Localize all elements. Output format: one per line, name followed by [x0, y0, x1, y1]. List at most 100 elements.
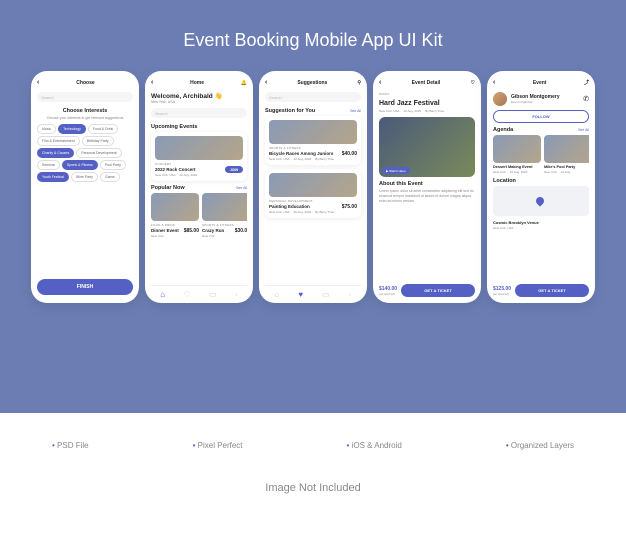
card-image — [269, 173, 357, 197]
suggestion-card[interactable]: SPORTS & FITNESS Bicycle Races Among Jun… — [265, 116, 361, 165]
card-image — [493, 135, 541, 163]
bottom-nav: ⌂ ♡ ▭ ◦ — [151, 285, 247, 299]
section-title: Suggestion for You — [265, 108, 315, 114]
popular-title: Popular Now — [151, 185, 185, 191]
nav-profile-icon[interactable]: ◦ — [235, 290, 238, 299]
favorite-icon[interactable]: ♡ — [471, 80, 475, 86]
nav-ticket-icon[interactable]: ▭ — [322, 290, 330, 299]
interest-chip[interactable]: Film & Entertainment — [37, 136, 80, 146]
interest-chip[interactable]: Seminar — [37, 160, 60, 170]
image-note: Image Not Included — [0, 458, 626, 544]
screen-choose: ‹ Choose Search Choose Interests Choose … — [31, 71, 139, 303]
price-sub: per spot left — [493, 292, 511, 296]
finish-button[interactable]: FINISH — [37, 279, 133, 295]
price: $140.00 — [379, 286, 397, 292]
interest-chip[interactable]: Birthday Party — [82, 136, 114, 146]
search-input[interactable]: Search — [37, 92, 133, 102]
nav-profile-icon[interactable]: ◦ — [349, 290, 352, 299]
join-button[interactable]: JOIN — [225, 166, 243, 173]
search-input[interactable]: Search — [265, 92, 361, 102]
interest-chip[interactable]: Personal Development — [76, 148, 121, 158]
feature-item: Organized Layers — [506, 441, 574, 450]
meta-location: New York — [202, 234, 215, 238]
map-pin-icon — [535, 195, 546, 206]
see-all-link[interactable]: See All — [578, 128, 589, 132]
promo-footer: PSD FilePixel PerfectiOS & AndroidOrgani… — [0, 413, 626, 544]
get-ticket-button[interactable]: GET A TICKET — [515, 284, 589, 297]
meta-time: By Barry Time — [315, 157, 334, 161]
card-title: Bicycle Races Among Juniors — [269, 151, 333, 156]
back-icon[interactable]: ‹ — [265, 79, 267, 86]
price: $125.00 — [493, 286, 511, 292]
interest-chip[interactable]: Food & Drink — [88, 124, 118, 134]
card-title: Crazy Run — [202, 228, 224, 233]
nav-favorite-icon[interactable]: ♡ — [183, 290, 190, 299]
interest-chip[interactable]: Technology — [58, 124, 86, 134]
card-title: Dessert Making Event — [493, 165, 541, 169]
see-all-link[interactable]: See All — [350, 109, 361, 113]
see-all-link[interactable]: See All — [236, 186, 247, 190]
watch-video-button[interactable]: ▶ Watch video — [382, 167, 410, 174]
phones-row: ‹ Choose Search Choose Interests Choose … — [0, 71, 626, 303]
screen-home: ‹ Home 🔔 Welcome, Archibald 👋 New York, … — [145, 71, 253, 303]
interest-chip[interactable]: Pool Party — [100, 160, 126, 170]
meta-date: 12 Aug, 2022 — [510, 170, 528, 174]
card-title: Dinner Event — [151, 228, 179, 233]
feature-item: iOS & Android — [347, 441, 402, 450]
venue-address: New York, USA — [493, 226, 514, 230]
play-icon: ▶ — [386, 169, 388, 173]
welcome-text: Welcome, Archibald 👋 — [151, 92, 247, 100]
interest-chip[interactable]: Game — [100, 172, 120, 182]
agenda-card[interactable]: Dessert Making Event New York12 Aug, 202… — [493, 135, 541, 174]
nav-ticket-icon[interactable]: ▭ — [209, 290, 217, 299]
suggestion-card[interactable]: PERSONAL DEVELOPMENT Painting Education$… — [265, 169, 361, 218]
popular-card[interactable]: FOOD & DRINK Dinner Event$85.00 New York — [151, 193, 199, 238]
notification-icon[interactable]: 🔔 — [241, 80, 247, 86]
meta-date: 14 Aug — [561, 170, 570, 174]
header-title: Event Detail — [412, 80, 441, 86]
interest-chip[interactable]: Sports & Fitness — [62, 160, 98, 170]
screen-event-detail: ‹ Event Detail ♡ MUSIC Hard Jazz Festiva… — [373, 71, 481, 303]
popular-card[interactable]: SPORTS & FITNESS Crazy Run$30.00 New Yor… — [202, 193, 247, 238]
get-ticket-button[interactable]: GET A TICKET — [401, 284, 475, 297]
meta-location: New York — [151, 234, 164, 238]
card-image — [202, 193, 247, 221]
meta-time: By Barry Time — [315, 210, 334, 214]
interest-chip[interactable]: Music — [37, 124, 56, 134]
header-title: Event — [533, 80, 547, 86]
share-icon[interactable]: ⤴ — [584, 79, 589, 86]
card-title: Painting Education — [269, 204, 310, 209]
back-icon[interactable]: ‹ — [151, 79, 153, 86]
call-icon[interactable]: ✆ — [583, 95, 589, 103]
interest-chip[interactable]: Wine Party — [71, 172, 98, 182]
nav-home-icon[interactable]: ⌂ — [275, 290, 280, 299]
meta-date: 12 Aug, 2022 — [294, 157, 312, 161]
search-input[interactable]: Search — [151, 108, 247, 118]
interest-chip[interactable]: Youth Festival — [37, 172, 69, 182]
back-icon[interactable]: ‹ — [493, 79, 495, 86]
header-title: Choose — [76, 80, 94, 86]
agenda-title: Agenda — [493, 127, 513, 133]
upcoming-card[interactable]: CONCERT 2022 Rock Concert JOIN New York,… — [151, 132, 247, 181]
event-title: Hard Jazz Festival — [379, 100, 475, 107]
search-icon[interactable]: ⚲ — [357, 80, 361, 86]
agenda-card[interactable]: Mike's Pool Party New York14 Aug — [544, 135, 589, 174]
nav-home-icon[interactable]: ⌂ — [160, 290, 165, 299]
feature-item: Pixel Perfect — [193, 441, 243, 450]
back-icon[interactable]: ‹ — [37, 79, 39, 86]
card-price: $75.00 — [342, 204, 357, 210]
about-title: About this Event — [379, 181, 475, 187]
meta-location: New York, USA — [379, 109, 400, 113]
follow-button[interactable]: FOLLOW — [493, 110, 589, 123]
meta-date: 12 Aug, 2022 — [404, 109, 422, 113]
interest-chips: MusicTechnologyFood & Drink Film & Entert… — [37, 124, 133, 182]
back-icon[interactable]: ‹ — [379, 79, 381, 86]
bottom-nav: ⌂ ♥ ▭ ◦ — [265, 285, 361, 299]
nav-favorite-icon[interactable]: ♥ — [298, 290, 303, 299]
hero-image: ▶ Watch video — [379, 117, 475, 177]
interest-chip[interactable]: Charity & Causes — [37, 148, 74, 158]
map[interactable] — [493, 186, 589, 216]
promo-title: Event Booking Mobile App UI Kit — [0, 0, 626, 71]
card-image — [151, 193, 199, 221]
screen-event-organizer: ‹ Event ⤴ Gibson Montgomery Event Organi… — [487, 71, 595, 303]
